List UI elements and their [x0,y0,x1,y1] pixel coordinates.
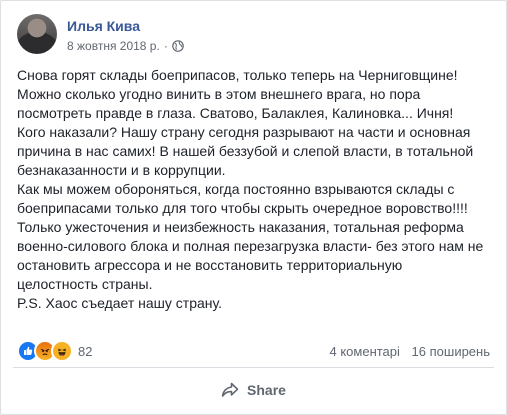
post-text-line: Можно сколько угодно винить в этом внешн… [17,86,421,102]
meta-separator: · [163,39,168,53]
post-text-line: Только ужесточения и неизбежность наказа… [17,219,464,235]
actions-divider [13,367,494,368]
reaction-count[interactable]: 82 [78,344,92,359]
post-text-line: боеприпасами только для того чтобы скрыт… [17,200,468,216]
post-text: Снова горят склады боеприпасов, только т… [17,66,497,313]
shares-count-link[interactable]: 16 поширень [412,344,490,359]
share-button[interactable]: Share [1,375,506,405]
post-text-line: остановить агрессора и не восстановить т… [17,257,403,273]
comments-count-link[interactable]: 4 коментарі [330,344,400,359]
post-text-line: безнаказанности и в коррупции. [17,162,226,178]
haha-icon[interactable] [51,340,73,362]
share-label: Share [247,382,286,398]
post-date[interactable]: 8 жовтня 2018 р. [67,39,160,53]
author-avatar[interactable] [17,14,57,54]
post-text-line: посмотреть правде в глаза. Сватово, Бала… [17,105,454,121]
post-text-line: Снова горят склады боеприпасов, только т… [17,67,458,83]
post-card: Илья Кива 8 жовтня 2018 р. · Снова горят… [0,0,507,415]
post-text-line: Как мы можем обороняться, когда постоянн… [17,181,455,197]
post-text-line: военно-силового блока и полная перезагру… [17,238,484,254]
globe-icon[interactable] [172,40,184,52]
post-text-line: P.S. Хаос съедает нашу страну. [17,295,222,311]
post-text-line: причина в нас самих! В нашей беззубой и … [17,143,474,159]
post-text-line: целостность страны. [17,276,153,292]
post-text-line: Кого наказали? Нашу страну сегодня разры… [17,124,471,140]
share-icon [221,382,239,397]
post-meta: 8 жовтня 2018 р. · [67,39,184,53]
reactions-summary[interactable]: 82 [17,340,92,362]
author-name[interactable]: Илья Кива [67,18,140,34]
post-stats: 4 коментарі 16 поширень [322,344,491,359]
